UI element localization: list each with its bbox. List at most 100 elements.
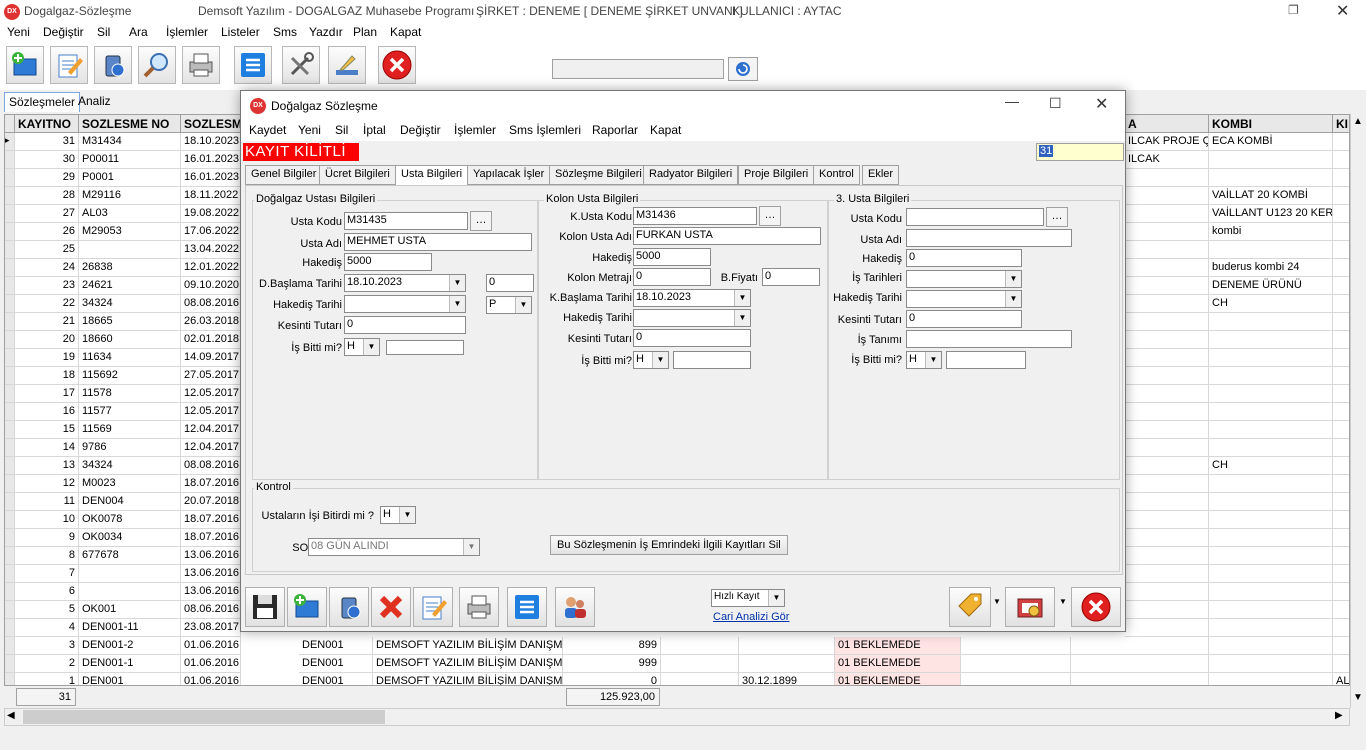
cell-kombi[interactable] xyxy=(1209,637,1333,655)
cell-sozlesme-tarih[interactable]: 26.03.2018 xyxy=(181,313,241,331)
row-indicator[interactable] xyxy=(5,511,15,529)
cell-sozlesme-tarih[interactable]: 18.10.2023 xyxy=(181,133,241,151)
cell-kombi[interactable]: ECA KOMBİ xyxy=(1209,133,1333,151)
dialog-maximize-icon[interactable]: ☐ xyxy=(1049,95,1062,112)
cell-firma[interactable]: DEMSOFT YAZILIM BİLİŞİM DANIŞMAN xyxy=(373,637,563,655)
chevron-down-icon[interactable]: ▼ xyxy=(363,339,379,355)
cell-kayitno[interactable]: 31 xyxy=(15,133,79,151)
g1-isbitti-date-input[interactable] xyxy=(386,340,464,355)
cell-sozlesme-tarih[interactable]: 08.08.2016 xyxy=(181,457,241,475)
cell-kayitno[interactable]: 27 xyxy=(15,205,79,223)
menu-ara[interactable]: Ara xyxy=(129,25,148,39)
cell-sozlesme-no[interactable]: 11577 xyxy=(79,403,181,421)
tab-sozlesmeler[interactable]: Sözleşmeler xyxy=(4,92,81,112)
tab-proje-bilgileri[interactable]: Proje Bilgileri xyxy=(738,165,815,185)
chevron-down-icon[interactable]: ▼ xyxy=(515,297,531,313)
cell-a[interactable] xyxy=(1125,547,1209,565)
cell-ki[interactable] xyxy=(1333,259,1349,277)
cell-sozlesme-tarih[interactable]: 08.08.2016 xyxy=(181,295,241,313)
chevron-down-icon[interactable]: ▼ xyxy=(734,310,750,326)
chevron-down-icon[interactable]: ▼ xyxy=(449,296,465,312)
cell-kayitno[interactable]: 1 xyxy=(15,673,79,685)
cell-a[interactable] xyxy=(1125,205,1209,223)
cell-kayitno[interactable]: 25 xyxy=(15,241,79,259)
dmenu-islemler[interactable]: İşlemler xyxy=(454,123,496,137)
list-button[interactable] xyxy=(234,46,272,84)
g1-usta-adi-input[interactable]: MEHMET USTA xyxy=(344,233,532,251)
refresh-button[interactable] xyxy=(728,57,758,81)
cell-kayitno[interactable]: 12 xyxy=(15,475,79,493)
tab-yapilacak-isler[interactable]: Yapılacak İşler xyxy=(467,165,551,185)
cell-kombi[interactable] xyxy=(1209,385,1333,403)
grid-vertical-scrollbar[interactable]: ▲ ▼ xyxy=(1350,114,1366,708)
cell-tarih2[interactable] xyxy=(739,655,835,673)
cell-a[interactable] xyxy=(1125,385,1209,403)
g3-is-tarihleri-date[interactable]: ▼ xyxy=(906,270,1022,288)
cell-a[interactable] xyxy=(1125,583,1209,601)
g3-usta-adi-input[interactable] xyxy=(906,229,1072,247)
cell-a[interactable] xyxy=(1125,313,1209,331)
cell-kayitno[interactable]: 10 xyxy=(15,511,79,529)
users-button[interactable] xyxy=(555,587,595,627)
cell-sozlesme-no[interactable]: 115692 xyxy=(79,367,181,385)
exit-button[interactable] xyxy=(378,46,416,84)
g3-isbitti-date-input[interactable] xyxy=(946,351,1026,369)
g2-kbaslama-date[interactable]: 18.10.2023 ▼ xyxy=(633,289,751,307)
cell-ki[interactable] xyxy=(1333,583,1349,601)
cell-kombi[interactable] xyxy=(1209,421,1333,439)
g2-hakedis-tarihi-date[interactable]: ▼ xyxy=(633,309,751,327)
cell-kayitno[interactable]: 6 xyxy=(15,583,79,601)
cell-a[interactable] xyxy=(1125,331,1209,349)
cell-code[interactable]: DEN001 xyxy=(299,673,373,685)
g1-hakedis-tarihi-date[interactable]: ▼ xyxy=(344,295,466,313)
dmenu-sil[interactable]: Sil xyxy=(335,123,348,137)
price-tag-dropdown-icon[interactable]: ▼ xyxy=(993,597,1001,606)
g3-usta-kodu-lookup-button[interactable]: … xyxy=(1046,207,1068,227)
cell-a[interactable] xyxy=(1125,169,1209,187)
cancel-button[interactable] xyxy=(371,587,411,627)
row-indicator[interactable] xyxy=(5,637,15,655)
cell-kayitno[interactable]: 20 xyxy=(15,331,79,349)
cell-kombi[interactable] xyxy=(1209,511,1333,529)
cell-ki[interactable]: AL xyxy=(1333,673,1349,685)
close-dialog-button[interactable] xyxy=(1071,587,1121,627)
cell-sozlesme-tarih[interactable]: 18.07.2016 xyxy=(181,475,241,493)
cell-ki[interactable] xyxy=(1333,421,1349,439)
cell-sozlesme-no[interactable]: M29053 xyxy=(79,223,181,241)
cell-kombi[interactable] xyxy=(1209,565,1333,583)
delete-record-button[interactable] xyxy=(94,46,132,84)
row-indicator[interactable] xyxy=(5,259,15,277)
row-indicator[interactable] xyxy=(5,385,15,403)
dmenu-kaydet[interactable]: Kaydet xyxy=(249,123,286,137)
row-indicator[interactable] xyxy=(5,439,15,457)
print-button[interactable] xyxy=(182,46,220,84)
cell-sozlesme-no[interactable]: OK0078 xyxy=(79,511,181,529)
menu-degistir[interactable]: Değiştir xyxy=(43,25,84,39)
cell-kayitno[interactable]: 22 xyxy=(15,295,79,313)
cell-ki[interactable] xyxy=(1333,601,1349,619)
tab-kontrol[interactable]: Kontrol xyxy=(813,165,860,185)
chevron-down-icon[interactable]: ▼ xyxy=(399,507,415,523)
row-indicator[interactable] xyxy=(5,565,15,583)
row-indicator[interactable] xyxy=(5,601,15,619)
settings-button[interactable] xyxy=(328,46,366,84)
kontrol-sonuc-combo[interactable]: 08 GÜN ALINDI ▼ xyxy=(308,538,480,556)
cell-sozlesme-tarih[interactable]: 12.04.2017 xyxy=(181,421,241,439)
chevron-down-icon[interactable]: ▼ xyxy=(449,275,465,291)
cell-ki[interactable] xyxy=(1333,187,1349,205)
row-indicator[interactable] xyxy=(5,151,15,169)
cell-sozlesme-tarih[interactable]: 19.08.2022 xyxy=(181,205,241,223)
cell-ki[interactable] xyxy=(1333,655,1349,673)
cell-firma[interactable]: DEMSOFT YAZILIM BİLİŞİM DANIŞMAN xyxy=(373,655,563,673)
cell-a[interactable]: ILCAK xyxy=(1125,151,1209,169)
cell-empty[interactable] xyxy=(1071,673,1209,685)
cell-sozlesme-tarih[interactable]: 13.06.2016 xyxy=(181,583,241,601)
row-indicator[interactable] xyxy=(5,547,15,565)
col-header-kombi[interactable]: KOMBI xyxy=(1209,115,1333,133)
g2-kolon-usta-adi-input[interactable]: FURKAN USTA xyxy=(633,227,821,245)
g3-usta-kodu-input[interactable] xyxy=(906,208,1044,226)
row-indicator[interactable]: ▸ xyxy=(5,133,15,151)
cell-tarih2[interactable]: 30.12.1899 xyxy=(739,673,835,685)
cell-ki[interactable] xyxy=(1333,349,1349,367)
g1-kesinti-input[interactable]: 0 xyxy=(344,316,466,334)
